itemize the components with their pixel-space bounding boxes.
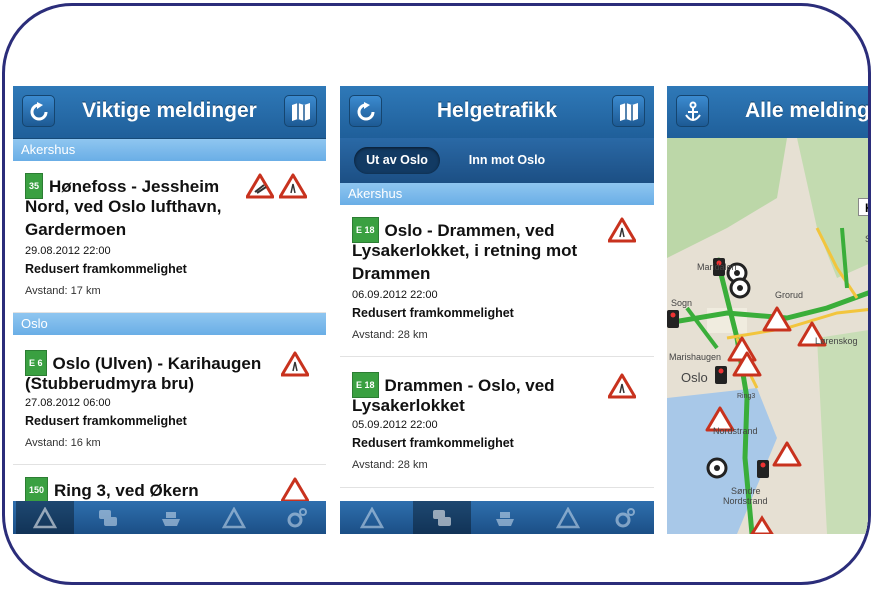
section-header-oslo: Oslo <box>13 313 326 335</box>
item-date: 05.09.2012 22:00 <box>352 419 438 431</box>
tab-bar <box>13 501 326 534</box>
top-bar: Viktige meldinger <box>13 86 326 139</box>
item-effect: Redusert framkommelighet <box>352 436 514 450</box>
item-effect: Redusert framkommelighet <box>25 414 187 428</box>
anchor-button[interactable] <box>676 95 709 127</box>
tab-settings[interactable] <box>596 501 654 534</box>
map-label: Sk <box>865 234 871 244</box>
tab-ferry[interactable] <box>476 501 534 534</box>
cars-tab-icon <box>433 510 451 526</box>
tab-roads[interactable] <box>205 501 263 534</box>
page-title: Alle meldinge <box>745 99 871 122</box>
warning-triangle-icon <box>279 173 307 199</box>
item-distance: Avstand: 17 km <box>25 285 101 297</box>
road-tab-icon <box>556 507 580 529</box>
list-item[interactable]: E 6 Oslo (Ulven) - Karihaugen (Stubberudm… <box>13 335 326 465</box>
top-bar: Helgetrafikk <box>340 86 654 139</box>
tab-warnings[interactable] <box>343 501 401 534</box>
item-headline-line3: Drammen <box>352 264 431 283</box>
screen-viktige-meldinger: Viktige meldinger Akershus 35 Hønefoss - … <box>13 86 326 534</box>
tab-bar <box>340 501 654 534</box>
map-label: Ring3 <box>737 393 756 400</box>
top-bar: Alle meldinge <box>667 86 871 139</box>
page-title: Viktige meldinger <box>82 99 257 122</box>
map-label: Sogn <box>671 298 693 308</box>
item-headline-line2: Lysakerlokket, i retning mot <box>352 241 578 260</box>
screen-helgetrafikk: Helgetrafikk Ut av Oslo Inn mot Oslo Ake… <box>340 86 654 534</box>
map-label: Oslo <box>681 370 708 385</box>
map-icon <box>292 103 310 121</box>
list-item[interactable]: E 18 Drammen - Oslo, ved Lysakerlokket 05… <box>340 357 654 488</box>
map-label: Marishaugen <box>669 352 722 362</box>
map-label: Maridalen <box>697 262 737 272</box>
item-distance: Avstand: 28 km <box>352 329 428 341</box>
map-label: Lørenskog <box>815 336 858 346</box>
map-label: Nordstrand <box>723 496 768 506</box>
map-label: Nordstrand <box>713 426 758 436</box>
road-tab-icon <box>222 507 246 529</box>
warning-tab-icon <box>360 507 384 529</box>
screen-alle-meldinger: Alle meldinge Maridalen Grorud Sogn Løre… <box>667 86 871 534</box>
rounded-frame: Viktige meldinger Akershus 35 Hønefoss - … <box>2 3 871 585</box>
map-icon <box>620 103 638 121</box>
segmented-control: Ut av Oslo Inn mot Oslo <box>340 138 654 183</box>
item-headline-line2: Lysakerlokket <box>352 396 465 415</box>
item-effect: Redusert framkommelighet <box>25 262 187 276</box>
segment-ut-av-oslo[interactable]: Ut av Oslo <box>354 147 440 174</box>
tab-settings[interactable] <box>268 501 326 534</box>
tab-traffic[interactable] <box>413 501 471 534</box>
item-headline: 150 Ring 3, ved Økern <box>25 477 199 503</box>
section-header-akershus: Akershus <box>13 139 326 161</box>
road-badge: 150 <box>25 477 49 503</box>
map-scale-box: K <box>858 198 868 216</box>
list-item[interactable]: 150 Ring 3, ved Økern <box>13 465 326 505</box>
tab-ferry[interactable] <box>142 501 200 534</box>
page-title: Helgetrafikk <box>436 99 558 122</box>
map-button[interactable] <box>284 95 317 127</box>
item-date: 27.08.2012 06:00 <box>25 397 111 409</box>
cars-tab-icon <box>99 510 117 526</box>
warning-triangle-icon <box>281 477 309 503</box>
item-headline-line2: (Stubberudmyra bru) <box>25 374 195 393</box>
ferry-tab-icon <box>496 512 514 526</box>
section-header-akershus: Akershus <box>340 183 654 205</box>
item-headline-line3: Gardermoen <box>25 220 127 239</box>
tab-roads[interactable] <box>539 501 597 534</box>
item-distance: Avstand: 16 km <box>25 437 101 449</box>
map-button[interactable] <box>612 95 645 127</box>
warning-triangle-icon <box>608 373 636 399</box>
map-label: Grorud <box>775 290 804 300</box>
map-label: Søndre <box>731 486 761 496</box>
item-distance: Avstand: 28 km <box>352 459 428 471</box>
roadwork-icon <box>246 173 274 199</box>
item-effect: Redusert framkommelighet <box>352 306 514 320</box>
warning-tab-icon <box>33 507 57 529</box>
warning-triangle-icon <box>608 217 636 243</box>
anchor-icon <box>685 101 701 121</box>
segment-inn-mot-oslo[interactable]: Inn mot Oslo <box>452 147 562 174</box>
item-date: 06.09.2012 22:00 <box>352 289 438 301</box>
list-item[interactable]: 35 Hønefoss - Jessheim Nord, ved Oslo luf… <box>13 161 326 313</box>
item-headline-line2: Nord, ved Oslo lufthavn, <box>25 197 222 216</box>
warning-triangle-icon <box>281 351 309 377</box>
tab-traffic[interactable] <box>79 501 137 534</box>
item-date: 29.08.2012 22:00 <box>25 245 111 257</box>
ferry-tab-icon <box>162 512 180 526</box>
settings-tab-icon <box>287 508 307 528</box>
list-item[interactable]: E 18 Oslo - Drammen, ved Lysakerlokket, i… <box>340 205 654 357</box>
tab-warnings[interactable] <box>16 501 74 534</box>
map-view[interactable]: K Maridalen Grorud Sogn Lørenskog Marish… <box>667 138 871 534</box>
settings-tab-icon <box>615 508 635 528</box>
